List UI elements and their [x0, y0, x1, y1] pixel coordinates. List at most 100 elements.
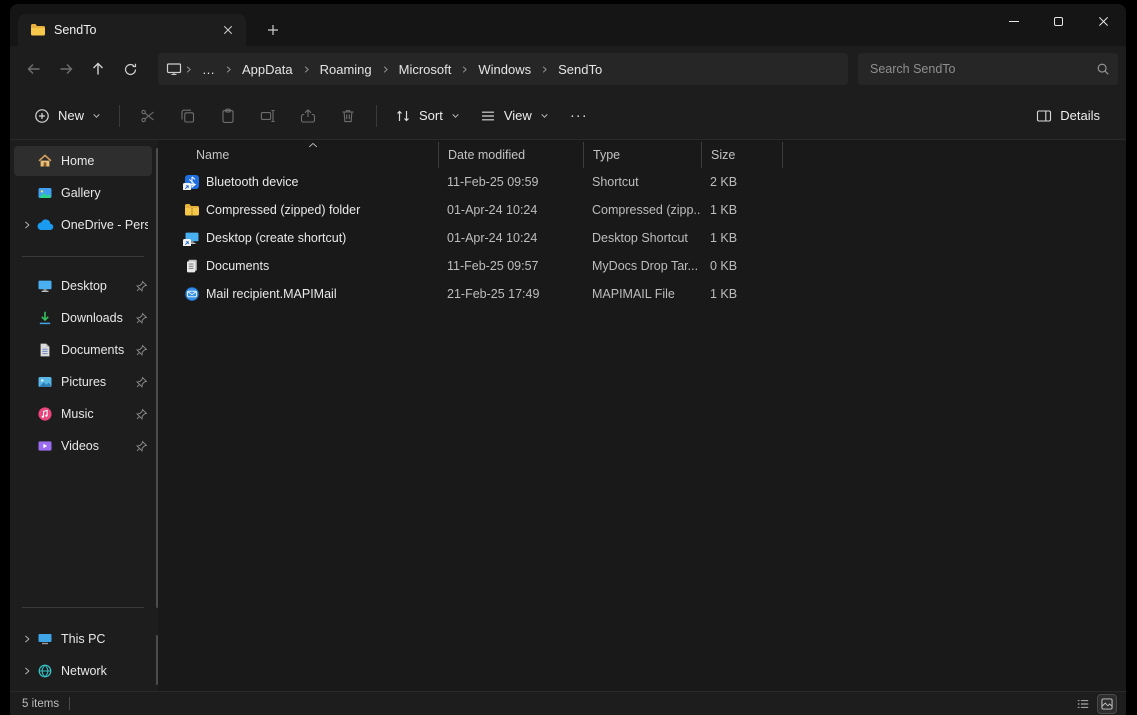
sidebar-item-desktop[interactable]: Desktop: [14, 271, 152, 301]
file-type: Compressed (zipp...: [592, 203, 701, 217]
chevron-slot: [20, 279, 34, 293]
breadcrumb-microsoft[interactable]: Microsoft: [392, 59, 459, 80]
rename-button[interactable]: [248, 99, 288, 133]
chevron-right-icon: [224, 65, 233, 74]
share-button[interactable]: [288, 99, 328, 133]
large-icons-view-toggle-icon[interactable]: [1097, 693, 1117, 714]
refresh-button[interactable]: [114, 53, 146, 85]
explorer-tab[interactable]: SendTo: [18, 14, 246, 46]
chevron-right-icon[interactable]: [20, 218, 34, 232]
ellipsis-icon: ···: [569, 107, 588, 124]
sidebar-item-documents[interactable]: Documents: [14, 335, 152, 365]
sidebar-scrollbar-thumb-lower[interactable]: [156, 635, 158, 685]
close-button[interactable]: [1081, 4, 1126, 38]
file-explorer-window: SendTo … AppData Roaming Microsoft Windo…: [10, 4, 1126, 715]
statusbar-divider: [69, 697, 71, 710]
pin-icon[interactable]: [134, 439, 148, 453]
more-options-button[interactable]: ···: [559, 99, 599, 133]
minimize-button[interactable]: [991, 4, 1036, 38]
sidebar-item-label: Gallery: [61, 186, 101, 200]
search-input[interactable]: [870, 62, 1096, 76]
search-icon[interactable]: [1096, 62, 1110, 76]
sidebar-item-label: Desktop: [61, 279, 107, 293]
view-button[interactable]: View: [470, 99, 559, 133]
file-row-documents[interactable]: Documents 11-Feb-25 09:57 MyDocs Drop Ta…: [158, 252, 1126, 280]
details-view-toggle-icon[interactable]: [1074, 695, 1092, 713]
file-row-desktop-shortcut[interactable]: Desktop (create shortcut) 01-Apr-24 10:2…: [158, 224, 1126, 252]
file-date-modified: 21-Feb-25 17:49: [447, 287, 540, 301]
paste-button[interactable]: [208, 99, 248, 133]
breadcrumb-overflow[interactable]: …: [195, 59, 222, 80]
column-header-name[interactable]: Name: [158, 142, 438, 168]
sidebar-item-home[interactable]: Home: [14, 146, 152, 176]
delete-button[interactable]: [328, 99, 368, 133]
breadcrumb-roaming[interactable]: Roaming: [313, 59, 379, 80]
chevron-right-icon[interactable]: [20, 664, 34, 678]
music-icon: [36, 406, 53, 423]
home-icon: [36, 153, 53, 170]
file-type: MyDocs Drop Tar...: [592, 259, 699, 273]
forward-button[interactable]: [50, 53, 82, 85]
breadcrumb-windows[interactable]: Windows: [471, 59, 538, 80]
new-tab-button[interactable]: [260, 17, 286, 43]
this-pc-icon: [36, 631, 53, 648]
sidebar-item-gallery[interactable]: Gallery: [14, 178, 152, 208]
sidebar-item-label: Pictures: [61, 375, 107, 389]
chevron-down-icon: [92, 111, 101, 120]
pin-icon[interactable]: [134, 311, 148, 325]
address-bar[interactable]: … AppData Roaming Microsoft Windows Send…: [158, 53, 848, 85]
column-header-date-modified[interactable]: Date modified: [438, 142, 583, 168]
chevron-right-icon: [460, 65, 469, 74]
chevron-slot: [20, 186, 34, 200]
chevron-down-icon: [540, 111, 549, 120]
file-name: Desktop (create shortcut): [206, 231, 347, 245]
details-pane-button[interactable]: Details: [1026, 99, 1110, 133]
tab-close-icon[interactable]: [218, 20, 238, 40]
sidebar-item-this-pc[interactable]: This PC: [14, 624, 152, 654]
file-row-mail-recipient[interactable]: Mail recipient.MAPIMail 21-Feb-25 17:49 …: [158, 280, 1126, 308]
sidebar-item-videos[interactable]: Videos: [14, 431, 152, 461]
sort-button-label: Sort: [419, 108, 443, 123]
command-toolbar: New Sort View ··· Details: [10, 92, 1126, 140]
file-date-modified: 01-Apr-24 10:24: [447, 203, 538, 217]
plus-circle-icon: [34, 108, 50, 124]
sidebar-item-onedrive[interactable]: OneDrive - Pers: [14, 210, 152, 240]
search-box[interactable]: [858, 53, 1118, 85]
sidebar-item-network[interactable]: Network: [14, 656, 152, 686]
breadcrumb-appdata[interactable]: AppData: [235, 59, 300, 80]
pin-icon[interactable]: [134, 343, 148, 357]
file-size: 1 KB: [710, 203, 738, 217]
cut-button[interactable]: [128, 99, 168, 133]
new-button[interactable]: New: [24, 99, 111, 133]
column-header-type[interactable]: Type: [583, 142, 701, 168]
file-row-compressed-folder[interactable]: Compressed (zipped) folder 01-Apr-24 10:…: [158, 196, 1126, 224]
copy-button[interactable]: [168, 99, 208, 133]
sidebar-item-pictures[interactable]: Pictures: [14, 367, 152, 397]
details-pane-label: Details: [1060, 108, 1100, 123]
chevron-right-icon: [540, 65, 549, 74]
chevron-right-icon: [381, 65, 390, 74]
navigation-pane: Home Gallery OneDrive - Pers Desktop Dow…: [10, 140, 158, 691]
sidebar-bottom-group: This PC Network: [14, 607, 152, 688]
pin-icon[interactable]: [134, 407, 148, 421]
back-button[interactable]: [18, 53, 50, 85]
maximize-button[interactable]: [1036, 4, 1081, 38]
file-row-bluetooth-device[interactable]: Bluetooth device 11-Feb-25 09:59 Shortcu…: [158, 168, 1126, 196]
breadcrumb-sendto[interactable]: SendTo: [551, 59, 609, 80]
pin-icon[interactable]: [134, 279, 148, 293]
documents-icon: [36, 342, 53, 359]
navigation-bar: … AppData Roaming Microsoft Windows Send…: [10, 46, 1126, 92]
sidebar-scrollbar-thumb[interactable]: [156, 148, 158, 608]
up-button[interactable]: [82, 53, 114, 85]
pin-icon[interactable]: [134, 375, 148, 389]
sidebar-item-music[interactable]: Music: [14, 399, 152, 429]
sidebar-item-downloads[interactable]: Downloads: [14, 303, 152, 333]
sidebar-item-label: Videos: [61, 439, 99, 453]
chevron-right-icon[interactable]: [20, 632, 34, 646]
sort-button[interactable]: Sort: [385, 99, 470, 133]
this-pc-icon[interactable]: [166, 61, 182, 77]
chevron-slot: [20, 154, 34, 168]
chevron-right-icon: [302, 65, 311, 74]
body-area: Home Gallery OneDrive - Pers Desktop Dow…: [10, 140, 1126, 691]
column-header-size[interactable]: Size: [701, 142, 782, 168]
